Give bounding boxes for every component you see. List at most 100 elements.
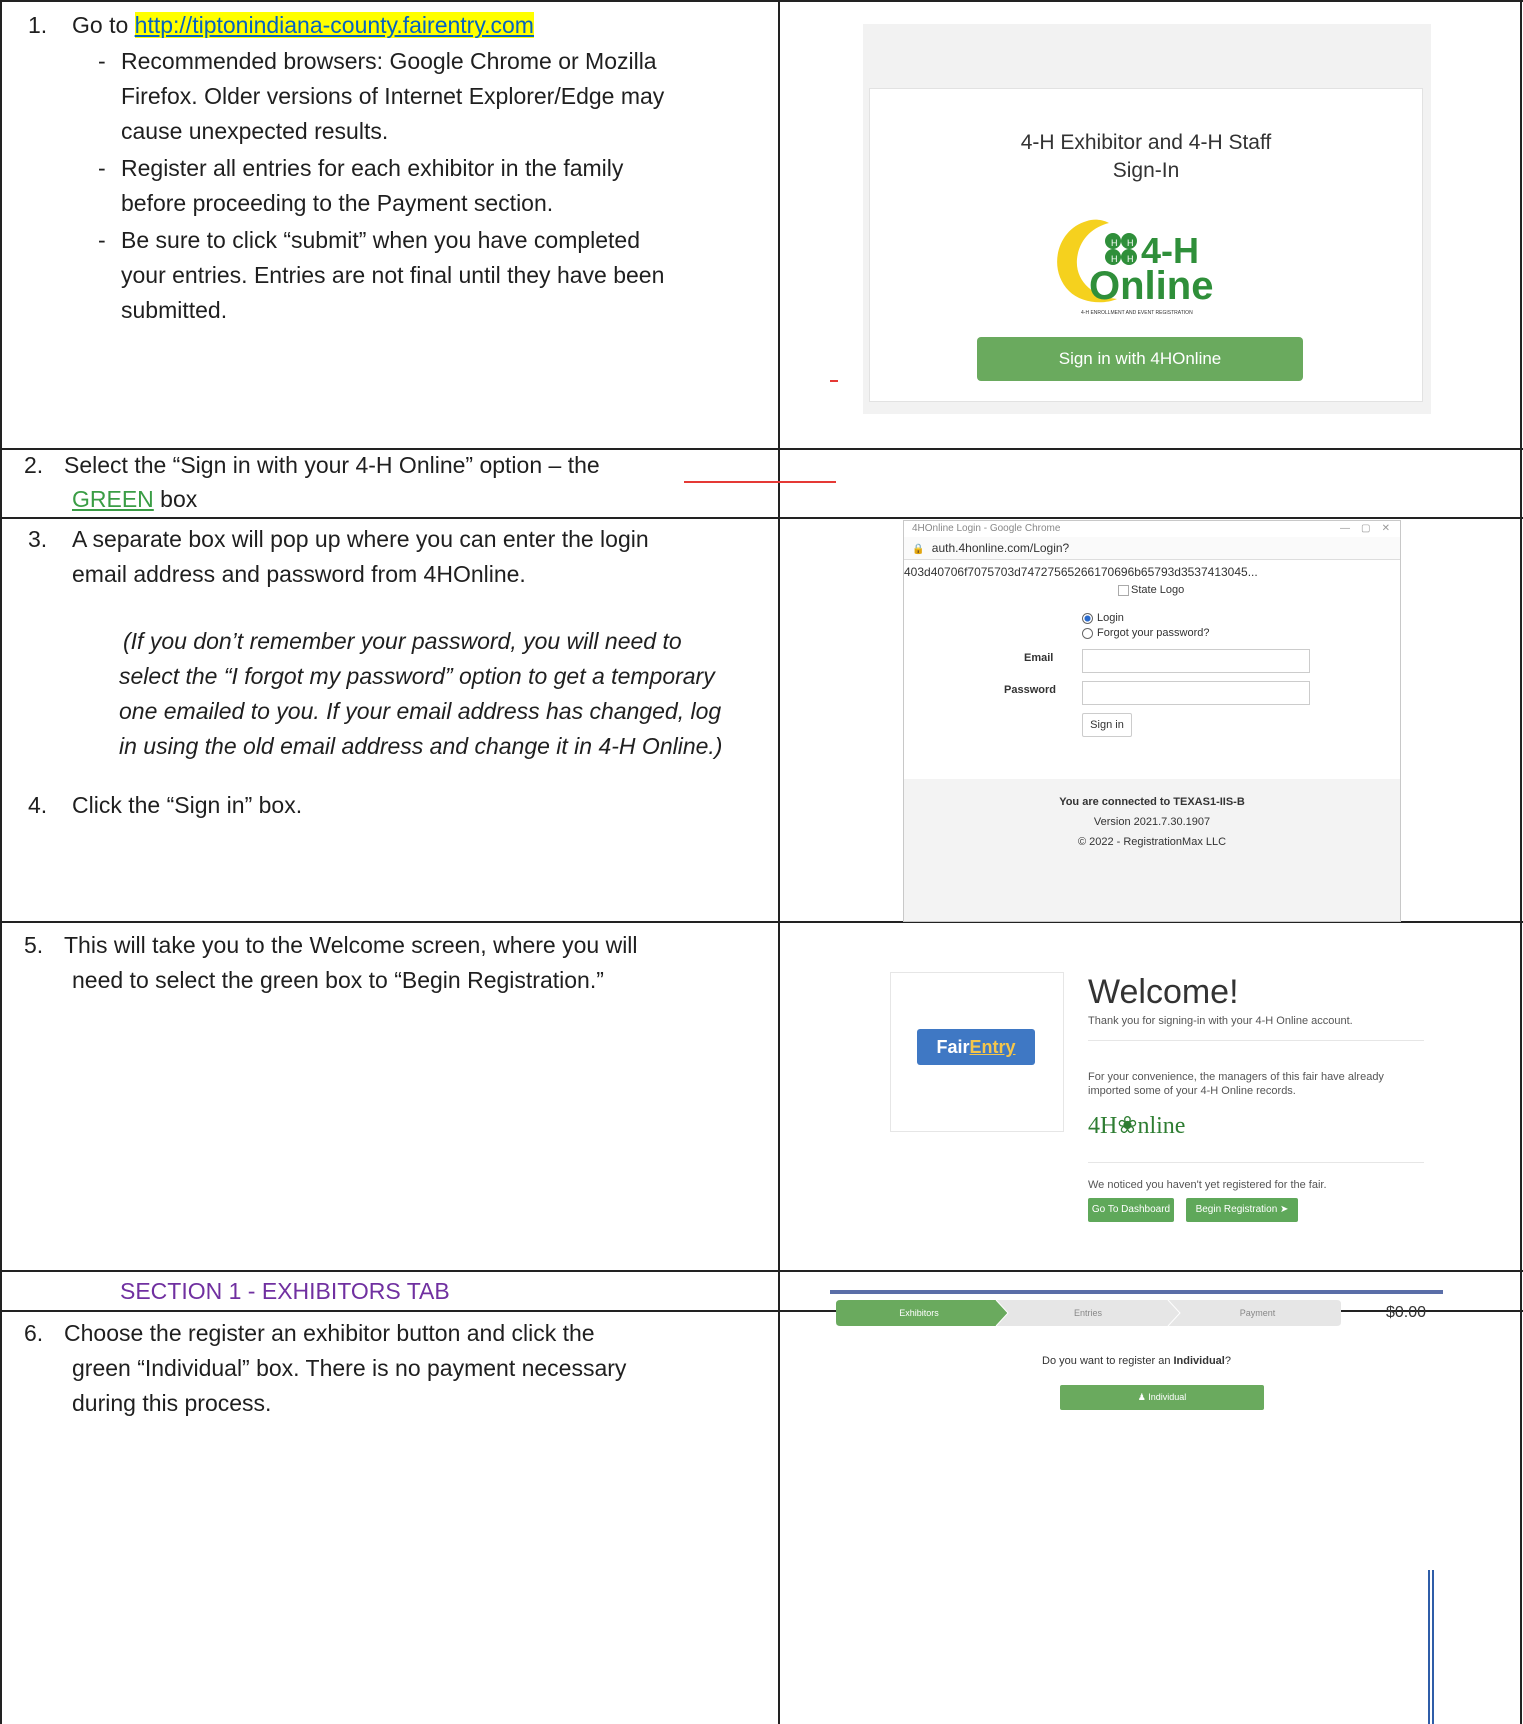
window-controls-icon[interactable]: — ▢ ✕ bbox=[1340, 521, 1390, 537]
logo-text-online: Online bbox=[1089, 264, 1214, 308]
popup-footer: You are connected to TEXAS1-IIS-B Versio… bbox=[904, 779, 1400, 921]
blue-vertical-mark bbox=[1428, 1570, 1430, 1724]
step-number: 4. bbox=[28, 792, 48, 818]
top-accent-bar bbox=[830, 1290, 1443, 1294]
divider bbox=[1088, 1162, 1424, 1163]
password-note-line: in using the old email address and chang… bbox=[119, 733, 723, 759]
welcome-thanks: Thank you for signing-in with your 4-H O… bbox=[1088, 1015, 1353, 1027]
step6-line: green “Individual” box. There is no paym… bbox=[72, 1355, 627, 1381]
welcome-not-registered: We noticed you haven't yet registered fo… bbox=[1088, 1179, 1327, 1191]
signin-title: 4-H Exhibitor and 4-H Staff Sign-In bbox=[870, 129, 1422, 185]
section-heading: SECTION 1 - EXHIBITORS TAB bbox=[120, 1278, 450, 1304]
step-number: 6. bbox=[24, 1320, 44, 1346]
4honline-logo: H H H H 4-H Online 4-H ENROLLMENT AND EV… bbox=[1047, 209, 1247, 319]
table-border-left bbox=[0, 0, 2, 1724]
table-column-divider bbox=[778, 0, 780, 1724]
signin-title-line2: Sign-In bbox=[1112, 159, 1180, 182]
address-url: auth.4honline.com/Login?403d40706f707570… bbox=[904, 541, 1258, 579]
step2-line1: Select the “Sign in with your 4-H Online… bbox=[64, 452, 600, 478]
password-field[interactable] bbox=[1082, 681, 1310, 705]
lock-icon: 🔒 bbox=[912, 544, 925, 555]
email-field[interactable] bbox=[1082, 649, 1310, 673]
radio-selected-icon bbox=[1082, 612, 1093, 624]
step-entries[interactable]: Entries bbox=[1002, 1300, 1174, 1326]
bullet-line: Firefox. Older versions of Internet Expl… bbox=[121, 83, 665, 109]
radio-login-label: Login bbox=[1097, 612, 1124, 624]
signin-card: 4-H Exhibitor and 4-H Staff Sign-In H H … bbox=[869, 88, 1423, 402]
blue-vertical-mark bbox=[1432, 1570, 1434, 1724]
bullet-line: Recommended browsers: Google Chrome or M… bbox=[121, 48, 657, 74]
instruction-document: 1. Go to http://tiptonindiana-county.fai… bbox=[0, 0, 1523, 1724]
broken-image-icon bbox=[1118, 584, 1129, 596]
question-post: ? bbox=[1224, 1355, 1231, 1367]
begin-registration-button[interactable]: Begin Registration ➤ bbox=[1186, 1198, 1298, 1222]
step-payment[interactable]: Payment bbox=[1174, 1300, 1341, 1326]
green-word: GREEN bbox=[72, 486, 154, 512]
radio-unselected-icon bbox=[1082, 627, 1093, 639]
step2-tail: box bbox=[153, 486, 198, 512]
password-label: Password bbox=[1004, 684, 1056, 696]
svg-text:H: H bbox=[1111, 238, 1118, 248]
logo-entry: Entry bbox=[969, 1037, 1016, 1057]
individual-button[interactable]: ♟ Individual bbox=[1060, 1385, 1264, 1410]
go-to-dashboard-button[interactable]: Go To Dashboard bbox=[1088, 1198, 1174, 1222]
bullet-dash: - bbox=[98, 155, 106, 181]
svg-text:H: H bbox=[1127, 238, 1134, 248]
signin-screenshot: 4-H Exhibitor and 4-H Staff Sign-In H H … bbox=[863, 24, 1431, 414]
step5-line: This will take you to the Welcome screen… bbox=[64, 932, 638, 958]
red-tick-mark bbox=[830, 380, 838, 382]
state-logo-alt: State Logo bbox=[1131, 584, 1185, 596]
bullet-dash: - bbox=[98, 227, 106, 253]
cart-total: $0.00 bbox=[1386, 1304, 1427, 1321]
footer-copyright: © 2022 - RegistrationMax LLC bbox=[1077, 836, 1227, 848]
question-bold: Individual bbox=[1173, 1355, 1225, 1367]
step6-line: during this process. bbox=[72, 1390, 272, 1416]
bullet-line: your entries. Entries are not final unti… bbox=[121, 262, 665, 288]
step-exhibitors[interactable]: Exhibitors bbox=[836, 1300, 1002, 1326]
bullet-line: Register all entries for each exhibitor … bbox=[121, 155, 624, 181]
fairentry-logo: FairEntry bbox=[917, 1029, 1035, 1065]
step1-text: Go to http://tiptonindiana-county.fairen… bbox=[72, 8, 534, 43]
password-note-line: one emailed to you. If your email addres… bbox=[119, 698, 722, 724]
red-underline-mark bbox=[684, 481, 836, 483]
welcome-heading: Welcome! bbox=[1088, 973, 1239, 1011]
state-logo-image: State Logo bbox=[1118, 583, 1184, 597]
welcome-convenience: For your convenience, the managers of th… bbox=[1088, 1071, 1384, 1083]
question-pre: Do you want to register an bbox=[1042, 1355, 1174, 1367]
bullet-line: cause unexpected results. bbox=[121, 118, 389, 144]
radio-forgot-password[interactable]: Forgot your password? bbox=[1082, 626, 1210, 640]
step4-text: Click the “Sign in” box. bbox=[72, 792, 303, 818]
register-question: Do you want to register an Individual? bbox=[830, 1354, 1443, 1368]
divider bbox=[1088, 1040, 1424, 1041]
table-border-top bbox=[0, 0, 1523, 2]
4honline-wordmark: 4H❀nline bbox=[1088, 1113, 1186, 1139]
window-title: 4HOnline Login - Google Chrome bbox=[912, 523, 1061, 534]
logo-subtitle: 4-H ENROLLMENT AND EVENT REGISTRATION bbox=[1081, 310, 1193, 316]
step-number: 1. bbox=[28, 12, 48, 38]
exhibitors-screenshot: Exhibitors Entries Payment $0.00 Do you … bbox=[830, 1290, 1443, 1430]
footer-version: Version 2021.7.30.1907 bbox=[1093, 816, 1211, 828]
password-note-line: select the “I forgot my password” option… bbox=[119, 663, 715, 689]
step6-line: Choose the register an exhibitor button … bbox=[64, 1320, 595, 1346]
address-bar[interactable]: 🔒 auth.4honline.com/Login?403d40706f7075… bbox=[904, 537, 1400, 579]
radio-forgot-label: Forgot your password? bbox=[1097, 627, 1210, 639]
sign-in-button[interactable]: Sign in bbox=[1082, 713, 1132, 737]
step3-line: email address and password from 4HOnline… bbox=[72, 561, 526, 587]
login-popup-screenshot: 4HOnline Login - Google Chrome — ▢ ✕ 🔒 a… bbox=[903, 520, 1401, 922]
radio-login[interactable]: Login bbox=[1082, 611, 1124, 625]
welcome-screenshot: FairEntry Welcome! Thank you for signing… bbox=[890, 972, 1430, 1222]
step2-line2: GREEN box bbox=[72, 482, 197, 517]
step-number: 5. bbox=[24, 932, 44, 958]
signin-4honline-button[interactable]: Sign in with 4HOnline bbox=[977, 337, 1303, 381]
table-border-right bbox=[1520, 0, 1522, 1724]
table-row-divider bbox=[0, 1270, 1523, 1272]
bullet-dash: - bbox=[98, 48, 106, 74]
step-number: 2. bbox=[24, 452, 44, 478]
bullet-line: Be sure to click “submit” when you have … bbox=[121, 227, 641, 253]
window-titlebar: 4HOnline Login - Google Chrome — ▢ ✕ bbox=[904, 521, 1400, 537]
step-number: 3. bbox=[28, 526, 48, 552]
svg-text:H: H bbox=[1127, 254, 1134, 264]
fairentry-link[interactable]: http://tiptonindiana-county.fairentry.co… bbox=[134, 12, 534, 38]
bullet-line: submitted. bbox=[121, 297, 228, 323]
step5-line: need to select the green box to “Begin R… bbox=[72, 967, 604, 993]
